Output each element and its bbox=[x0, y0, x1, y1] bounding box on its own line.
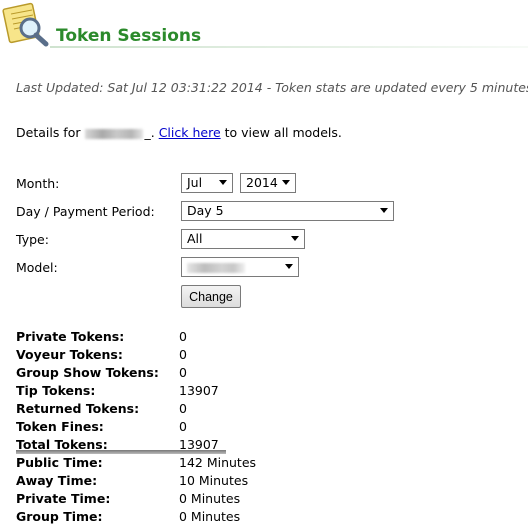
stat-value: 13907 bbox=[179, 383, 219, 398]
stat-row: Voyeur Tokens: 0 bbox=[16, 346, 226, 364]
notepad-magnifier-icon bbox=[2, 2, 52, 48]
type-select[interactable]: All bbox=[181, 229, 305, 249]
chevron-down-icon bbox=[380, 208, 388, 213]
chevron-down-icon bbox=[285, 264, 293, 269]
type-select-value: All bbox=[187, 231, 203, 246]
year-select[interactable]: 2014 bbox=[240, 173, 296, 193]
details-suffix-mark: _. bbox=[144, 125, 155, 140]
stat-label: Returned Tokens: bbox=[16, 401, 140, 416]
stat-value: 0 bbox=[179, 365, 187, 380]
stat-row: Tip Tokens: 13907 bbox=[16, 382, 226, 400]
stat-label: Token Fines: bbox=[16, 419, 104, 434]
stat-label: Private Time: bbox=[16, 491, 111, 506]
details-line: Details for _. Click here to view all mo… bbox=[16, 125, 342, 140]
last-updated-text: Last Updated: Sat Jul 12 03:31:22 2014 -… bbox=[16, 80, 528, 95]
model-select[interactable] bbox=[181, 257, 299, 277]
stat-value: 0 Minutes bbox=[179, 509, 241, 524]
stat-row: Token Fines: 0 bbox=[16, 418, 226, 436]
stat-value: 0 bbox=[179, 329, 187, 344]
stat-value: 0 Minutes bbox=[179, 491, 241, 506]
day-period-label: Day / Payment Period: bbox=[16, 204, 155, 219]
stat-value: 0 bbox=[179, 401, 187, 416]
stat-row: Group Show Tokens: 0 bbox=[16, 364, 226, 382]
day-period-select-value: Day 5 bbox=[187, 203, 224, 218]
month-select-value: Jul bbox=[187, 175, 203, 190]
view-all-models-link[interactable]: Click here bbox=[159, 125, 221, 140]
stat-label: Away Time: bbox=[16, 473, 98, 488]
stat-value: 0 bbox=[179, 347, 187, 362]
stat-label: Voyeur Tokens: bbox=[16, 347, 123, 362]
chevron-down-icon bbox=[219, 180, 227, 185]
header-divider bbox=[50, 46, 528, 48]
day-period-select[interactable]: Day 5 bbox=[181, 201, 394, 221]
chevron-down-icon bbox=[291, 236, 299, 241]
details-prefix: Details for bbox=[16, 125, 81, 140]
stat-value: 142 Minutes bbox=[179, 455, 257, 470]
details-link-tail: to view all models. bbox=[224, 125, 342, 140]
stat-row-total: Total Tokens: 13907 bbox=[16, 436, 226, 454]
model-label: Model: bbox=[16, 260, 58, 275]
stat-value: 0 bbox=[179, 419, 187, 434]
stat-label: Tip Tokens: bbox=[16, 383, 96, 398]
stat-row: Private Time: 0 Minutes bbox=[16, 490, 240, 508]
stat-label: Total Tokens: bbox=[16, 437, 108, 452]
stat-row: Returned Tokens: 0 bbox=[16, 400, 226, 418]
type-label: Type: bbox=[16, 232, 49, 247]
stat-row: Private Tokens: 0 bbox=[16, 328, 226, 346]
stat-row: Group Time: 0 Minutes bbox=[16, 508, 240, 526]
redacted-model-option bbox=[187, 262, 245, 273]
stat-label: Group Time: bbox=[16, 509, 103, 524]
stat-row: Public Time: 142 Minutes bbox=[16, 454, 256, 472]
page-title: Token Sessions bbox=[56, 26, 202, 46]
month-label: Month: bbox=[16, 176, 60, 191]
stat-row: Away Time: 10 Minutes bbox=[16, 472, 248, 490]
stat-label: Public Time: bbox=[16, 455, 103, 470]
stat-label: Private Tokens: bbox=[16, 329, 125, 344]
stat-label: Group Show Tokens: bbox=[16, 365, 159, 380]
redacted-model-name bbox=[85, 128, 144, 139]
year-select-value: 2014 bbox=[246, 175, 278, 190]
header: Token Sessions bbox=[0, 0, 528, 50]
stat-value: 13907 bbox=[179, 437, 219, 452]
stat-value: 10 Minutes bbox=[179, 473, 249, 488]
month-select[interactable]: Jul bbox=[181, 173, 233, 193]
chevron-down-icon bbox=[282, 180, 290, 185]
token-stats: Private Tokens: 0 Voyeur Tokens: 0 Group… bbox=[16, 328, 256, 526]
change-button[interactable]: Change bbox=[181, 285, 241, 308]
